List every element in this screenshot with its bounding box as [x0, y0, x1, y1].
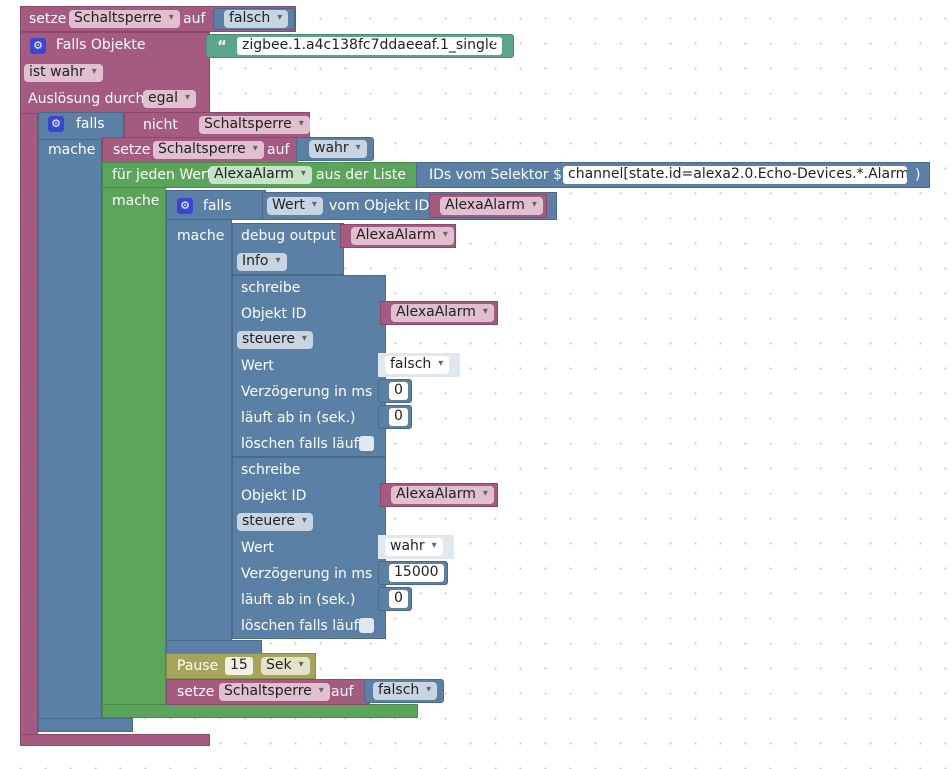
debug-label: debug output [241, 228, 336, 244]
set-label: setze [177, 684, 215, 700]
clear-label: löschen falls läuft [241, 436, 364, 452]
value-block[interactable]: falsch [378, 353, 460, 377]
write-mode-dropdown[interactable]: steuere [237, 331, 313, 349]
if-block-spine [38, 140, 102, 722]
if-block-footer [38, 718, 133, 732]
on-label: auf [331, 684, 354, 700]
variable-dropdown[interactable]: Schaltsperre [219, 683, 330, 701]
variable-dropdown[interactable]: AlexaAlarm [351, 227, 454, 245]
foreach-do-label: mache [112, 193, 160, 209]
from-list-label: aus der Liste [316, 167, 406, 183]
if-label: falls [76, 116, 105, 132]
delay-label: Verzögerung in ms [241, 566, 373, 582]
pause-amount-field[interactable]: 15 [225, 657, 253, 675]
expire-label: läuft ab in (sek.) [241, 592, 356, 608]
boolean-dropdown[interactable]: falsch [373, 682, 438, 700]
write-block-2[interactable]: schreibe Objekt ID steuere Wert Verzöger… [232, 457, 386, 639]
delay-field[interactable]: 0 [389, 382, 408, 400]
close-quote-icon: ” [491, 37, 501, 55]
foreach-block-spine [102, 188, 166, 708]
object-id-string-block[interactable]: “ zigbee.1.a4c138fc7ddaeeaf.1_single ” [206, 34, 514, 58]
boolean-dropdown[interactable]: wahr [385, 538, 443, 556]
trigger-by-label: Auslösung durch [28, 91, 145, 107]
not-label: nicht [143, 117, 178, 133]
selector-block[interactable]: IDs vom Selektor $( channel[state.id=ale… [416, 162, 930, 188]
variable-get-block[interactable]: AlexaAlarm [429, 194, 547, 218]
expire-label: läuft ab in (sek.) [241, 410, 356, 426]
boolean-dropdown[interactable]: falsch [385, 356, 450, 374]
object-id-label: Objekt ID [241, 488, 307, 504]
expire-number-block[interactable]: 0 [378, 587, 412, 611]
boolean-value-block[interactable]: falsch [213, 8, 295, 30]
value-type-dropdown[interactable]: Wert [267, 197, 323, 215]
expire-field[interactable]: 0 [389, 590, 408, 608]
variable-dropdown[interactable]: Schaltsperre [199, 116, 310, 134]
variable-get-block[interactable]: AlexaAlarm [380, 301, 498, 325]
pause-unit-dropdown[interactable]: Sek [261, 657, 310, 675]
pause-label: Pause [177, 658, 219, 674]
boolean-value-block[interactable]: falsch [364, 679, 444, 703]
pause-block[interactable]: Pause 15 Sek [166, 653, 316, 679]
debug-level-dropdown[interactable]: Info [237, 253, 287, 271]
object-id-label: Objekt ID [241, 306, 307, 322]
debug-block[interactable]: debug output Info [232, 223, 344, 275]
not-condition-block[interactable]: nicht Schaltsperre [124, 112, 310, 138]
inner-if-block-spine [166, 220, 232, 652]
object-id-field[interactable]: zigbee.1.a4c138fc7ddaeeaf.1_single [237, 37, 503, 55]
on-label: auf [183, 11, 206, 27]
write-title: schreibe [241, 462, 301, 478]
boolean-dropdown[interactable]: falsch [224, 10, 289, 28]
selector-close-paren: ) [915, 167, 921, 183]
variable-dropdown[interactable]: AlexaAlarm [440, 197, 543, 215]
set-schaltsperre-block[interactable]: setze Schaltsperre auf [102, 137, 298, 163]
from-object-label: vom Objekt ID [329, 198, 430, 214]
boolean-value-block[interactable]: wahr [296, 137, 374, 161]
expire-number-block[interactable]: 0 [378, 405, 412, 429]
variable-get-block[interactable]: AlexaAlarm [380, 483, 498, 507]
variable-dropdown[interactable]: Schaltsperre [153, 141, 264, 159]
foreach-block-footer [102, 704, 418, 718]
write-block-1[interactable]: schreibe Objekt ID steuere Wert Verzöger… [232, 275, 386, 457]
gear-icon[interactable]: ⚙ [30, 38, 46, 54]
variable-get-block[interactable]: AlexaAlarm [340, 224, 456, 248]
on-label: auf [267, 142, 290, 158]
gear-icon[interactable]: ⚙ [177, 198, 193, 214]
delay-number-block[interactable]: 15000 [378, 561, 448, 585]
variable-dropdown[interactable]: AlexaAlarm [391, 304, 494, 322]
delay-label: Verzögerung in ms [241, 384, 373, 400]
trigger-block-footer [20, 734, 210, 746]
trigger-block-spine [20, 114, 38, 734]
clear-label: löschen falls läuft [241, 618, 364, 634]
write-mode-dropdown[interactable]: steuere [237, 513, 313, 531]
selector-field[interactable]: channel[state.id=alexa2.0.Echo-Devices.*… [563, 166, 907, 184]
variable-dropdown[interactable]: AlexaAlarm [391, 486, 494, 504]
clear-if-running-checkbox[interactable] [359, 436, 374, 451]
gear-icon[interactable]: ⚙ [48, 116, 64, 132]
expire-field[interactable]: 0 [389, 408, 408, 426]
open-quote-icon: “ [217, 37, 227, 55]
set-label: setze [29, 11, 67, 27]
loop-variable-dropdown[interactable]: AlexaAlarm [209, 166, 312, 184]
set-schaltsperre-block[interactable]: setze Schaltsperre auf falsch [20, 6, 296, 32]
write-title: schreibe [241, 280, 301, 296]
set-schaltsperre-block[interactable]: setze Schaltsperre auf [166, 679, 370, 705]
clear-if-running-checkbox[interactable] [359, 618, 374, 633]
boolean-dropdown[interactable]: wahr [309, 140, 367, 158]
set-label: setze [113, 142, 151, 158]
do-label: mache [48, 142, 96, 158]
delay-number-block[interactable]: 0 [378, 379, 412, 403]
trigger-title: Falls Objekte [56, 37, 146, 53]
value-label: Wert [241, 358, 274, 374]
value-block[interactable]: wahr [378, 535, 454, 559]
condition-dropdown[interactable]: ist wahr [24, 64, 103, 82]
value-label: Wert [241, 540, 274, 556]
selector-label: IDs vom Selektor $( [429, 167, 568, 183]
inner-if-block-footer [166, 640, 262, 654]
variable-dropdown[interactable]: Schaltsperre [69, 10, 180, 28]
delay-field[interactable]: 15000 [389, 564, 444, 582]
trigger-by-dropdown[interactable]: egal [143, 90, 196, 108]
do-label: mache [177, 228, 225, 244]
foreach-label: für jeden Wert [112, 167, 213, 183]
if-label: falls [203, 198, 232, 214]
